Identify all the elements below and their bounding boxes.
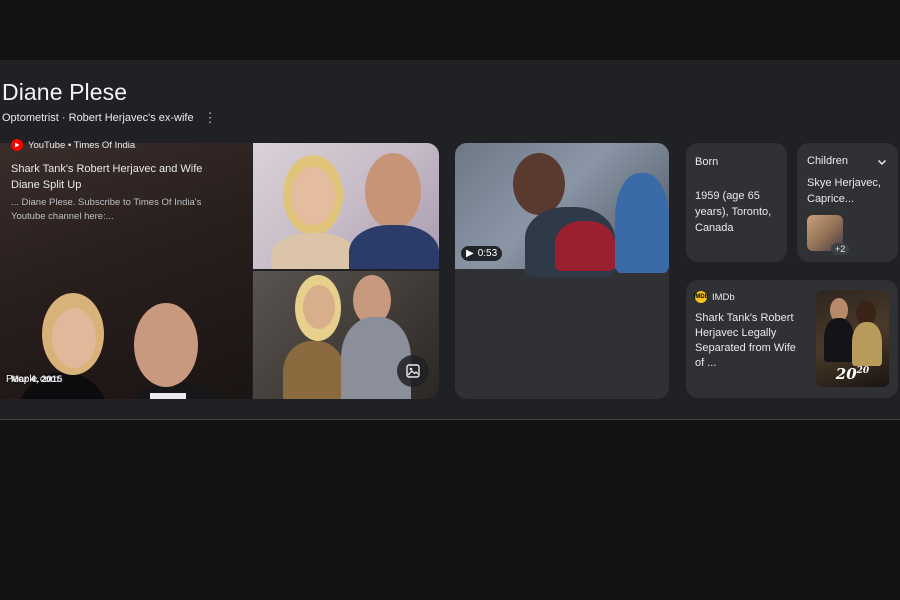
image-icon: [406, 364, 420, 378]
born-card[interactable]: Born 1959 (age 65 years), Toronto, Canad…: [686, 143, 787, 262]
more-count-badge: +2: [831, 243, 850, 255]
man-head: [513, 153, 565, 215]
youtube-icon: [11, 139, 23, 151]
entity-title: Diane Plese: [2, 79, 128, 105]
woman-face: [291, 167, 335, 225]
children-card[interactable]: Children Skye Herjavec, Caprice... +2: [797, 143, 898, 262]
man-suit: [341, 317, 411, 399]
man-shirt: [150, 393, 186, 399]
image-search-button[interactable]: [397, 355, 429, 387]
more-vert-icon[interactable]: ⋮: [200, 111, 221, 124]
man-head: [134, 303, 198, 387]
children-label: Children: [807, 155, 848, 167]
bottom-right-photo[interactable]: [253, 271, 439, 399]
show-logo: 2020: [835, 365, 870, 383]
woman-face: [303, 285, 335, 329]
video-snippet: ... Diane Plese. Subscribe to Times Of I…: [11, 197, 202, 222]
video-card[interactable]: ▶ 0:53: [455, 143, 669, 399]
top-right-photo[interactable]: [253, 143, 439, 269]
play-icon: ▶: [466, 248, 474, 259]
crowd-figure: [615, 173, 669, 273]
video-duration: ▶ 0:53: [461, 246, 503, 261]
woman-body: [271, 233, 357, 269]
imdb-icon: IMDb: [694, 291, 708, 303]
chevron-down-icon[interactable]: [876, 155, 888, 173]
imdb-card[interactable]: IMDb IMDb Shark Tank's Robert Herjavec L…: [686, 280, 898, 398]
video-date: Mar 4, 2015: [11, 374, 63, 385]
imdb-thumbnail[interactable]: 2020: [816, 290, 889, 387]
imdb-source: IMDb IMDb: [693, 291, 735, 303]
video-title[interactable]: Shark Tank's Robert Herjavec and Wife Di…: [11, 161, 207, 193]
imdb-title[interactable]: Shark Tank's Robert Herjavec Legally Sep…: [695, 311, 807, 371]
children-value: Skye Herjavec, Caprice...: [807, 177, 881, 205]
woman-dress: [852, 322, 882, 366]
woman-face: [52, 308, 96, 368]
born-label: Born: [695, 156, 719, 168]
man-head: [365, 153, 421, 229]
man-body: [349, 225, 439, 269]
born-value: 1959 (age 65 years), Toronto, Canada: [695, 190, 772, 234]
entity-subtitle: Optometrist · Robert Herjavec's ex-wife: [2, 111, 194, 124]
entity-subtitle-row: Optometrist · Robert Herjavec's ex-wife …: [2, 111, 221, 124]
woman-dress: [283, 341, 345, 399]
video-thumbnail[interactable]: ▶ 0:53: [455, 143, 669, 277]
video-source: YouTube • Times Of India: [11, 139, 135, 151]
man-suit: [824, 318, 854, 362]
backpack: [555, 221, 615, 271]
